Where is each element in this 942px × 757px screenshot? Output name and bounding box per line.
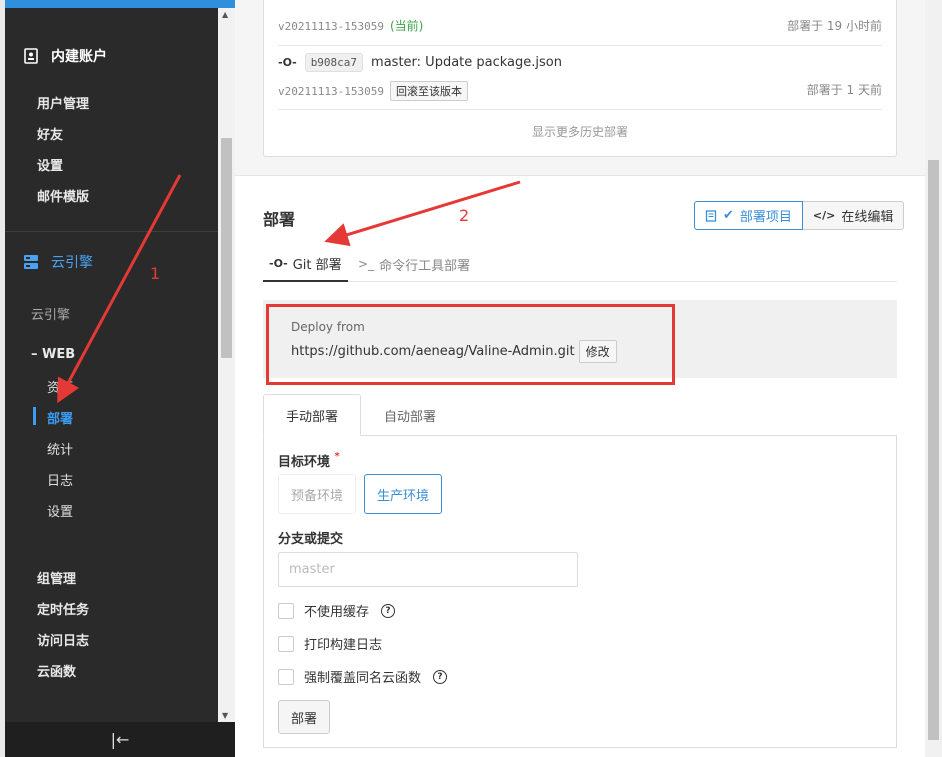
- option-no-cache[interactable]: 不使用缓存 ?: [278, 601, 396, 620]
- sidebar-section-engine[interactable]: 云引擎: [23, 252, 93, 272]
- deploy-method-tabs: -O- Git 部署 >_ 命令行工具部署: [263, 246, 897, 282]
- annotation-highlight-box: [266, 304, 675, 385]
- tab-label: Git 部署: [292, 257, 342, 273]
- sidebar-engine-label: 云引擎: [31, 308, 71, 323]
- annotation-number-2: 2: [459, 206, 470, 225]
- deploy-time: 部署于 19 小时前: [787, 19, 882, 33]
- show-more-history-link[interactable]: 显示更多历史部署: [264, 123, 896, 140]
- deploy-submit-button[interactable]: 部署: [278, 700, 330, 734]
- env-production-button[interactable]: 生产环境: [364, 474, 442, 514]
- current-badge: (当前): [389, 19, 424, 33]
- manual-deploy-form: 目标环境 * 预备环境 生产环境 分支或提交 不使用缓存 ? 打印构建日志 强制…: [263, 435, 897, 748]
- overwrite-checkbox[interactable]: [278, 668, 294, 685]
- sidebar-item-functions[interactable]: 云函数: [37, 661, 76, 680]
- tab-label: 命令行工具部署: [379, 258, 471, 274]
- history-current-row: v20211113-153059 (当前): [278, 17, 423, 34]
- version-label: v20211113-153059: [278, 20, 384, 33]
- code-icon: </>: [812, 209, 836, 222]
- sidebar-item-access-logs[interactable]: 访问日志: [37, 630, 89, 649]
- version-label: v20211113-153059: [278, 84, 384, 98]
- sidebar: 内建账户 用户管理 好友 设置 邮件模版 云引擎 云引擎 – WEB 资源 部署…: [0, 0, 235, 757]
- git-commit-icon: -O-: [278, 56, 297, 69]
- option-label: 强制覆盖同名云函数: [304, 671, 422, 686]
- option-label: 不使用缓存: [304, 605, 370, 620]
- tab-git-deploy[interactable]: -O- Git 部署: [263, 246, 348, 282]
- env-preview-button[interactable]: 预备环境: [278, 474, 356, 514]
- deploy-project-button[interactable]: ✔ 部署项目: [694, 201, 803, 230]
- tab-auto-deploy[interactable]: 自动部署: [363, 394, 457, 436]
- sidebar-item-web-settings[interactable]: 设置: [47, 501, 73, 520]
- history-divider: [278, 109, 882, 110]
- env-label: 目标环境 *: [278, 451, 340, 470]
- online-edit-button[interactable]: </> 在线编辑: [802, 201, 905, 230]
- branch-label: 分支或提交: [278, 532, 344, 547]
- sidebar-section-label: 内建账户: [51, 49, 107, 65]
- terminal-icon: >_: [358, 257, 375, 271]
- deploy-mode-tabs: 手动部署 自动部署: [263, 394, 897, 436]
- branch-input[interactable]: [278, 552, 578, 587]
- sidebar-top-accent: [5, 0, 235, 8]
- collapse-icon: |←: [110, 730, 130, 749]
- sidebar-section-label: 云引擎: [51, 255, 93, 271]
- deploy-history-card: v20211113-153059 (当前) 部署于 19 小时前 -O- b908…: [263, 0, 897, 157]
- sidebar-item-groups[interactable]: 组管理: [37, 568, 76, 587]
- sidebar-item-deploy[interactable]: 部署: [47, 408, 73, 427]
- sidebar-item-logs[interactable]: 日志: [47, 470, 73, 489]
- book-icon: [705, 209, 717, 222]
- sidebar-item-friends[interactable]: 好友: [37, 124, 63, 143]
- sidebar-section-account[interactable]: 内建账户: [23, 46, 107, 66]
- sidebar-item-resources[interactable]: 资源: [47, 377, 73, 396]
- tab-cli-deploy[interactable]: >_ 命令行工具部署: [358, 246, 470, 282]
- main-content: v20211113-153059 (当前) 部署于 19 小时前 -O- b908…: [235, 0, 925, 757]
- no-cache-checkbox[interactable]: [278, 602, 294, 619]
- option-print-log[interactable]: 打印构建日志: [278, 634, 382, 653]
- help-icon[interactable]: ?: [381, 603, 396, 618]
- sidebar-scroll-thumb[interactable]: [221, 138, 232, 358]
- scroll-up-icon[interactable]: ▲: [222, 10, 228, 19]
- sidebar-item-email-templates[interactable]: 邮件模版: [37, 186, 89, 205]
- deploy-project-label: 部署项目: [739, 210, 792, 225]
- env-label-text: 目标环境: [278, 455, 331, 470]
- sidebar-group-web[interactable]: – WEB: [31, 347, 75, 362]
- online-edit-label: 在线编辑: [841, 210, 894, 225]
- deploy-button-group: ✔ 部署项目 </> 在线编辑: [694, 201, 905, 230]
- deploy-title: 部署: [263, 210, 296, 229]
- option-label: 打印构建日志: [304, 638, 383, 653]
- sidebar-item-stats[interactable]: 统计: [47, 439, 73, 458]
- tab-manual-deploy[interactable]: 手动部署: [263, 394, 361, 436]
- commit-message: master: Update package.json: [371, 55, 562, 70]
- scroll-down-icon[interactable]: ▼: [222, 711, 228, 720]
- check-icon: ✔: [723, 208, 734, 223]
- history-previous-row: v20211113-153059 回滚至该版本: [278, 81, 468, 101]
- help-icon[interactable]: ?: [433, 669, 448, 684]
- sidebar-item-users[interactable]: 用户管理: [37, 93, 89, 112]
- page-scroll-thumb[interactable]: [928, 160, 939, 740]
- sidebar-item-settings[interactable]: 设置: [37, 155, 63, 174]
- required-mark: *: [334, 451, 340, 462]
- page-scrollbar[interactable]: [925, 0, 942, 757]
- annotation-number-1: 1: [150, 264, 161, 283]
- rollback-button[interactable]: 回滚至该版本: [389, 81, 468, 101]
- server-icon: [24, 255, 38, 269]
- collapse-sidebar-button[interactable]: |←: [5, 722, 235, 757]
- sidebar-scrollbar[interactable]: ▲ ▼: [218, 8, 235, 722]
- git-commit-icon: -O-: [269, 256, 288, 270]
- commit-hash: b908ca7: [304, 53, 364, 72]
- print-log-checkbox[interactable]: [278, 635, 294, 652]
- deploy-time: 部署于 1 天前: [806, 83, 882, 97]
- sidebar-divider: [5, 231, 218, 232]
- window-edge: [0, 0, 5, 757]
- sidebar-item-cron[interactable]: 定时任务: [37, 599, 89, 618]
- option-overwrite-functions[interactable]: 强制覆盖同名云函数 ?: [278, 667, 448, 686]
- commit-row: -O- b908ca7 master: Update package.json: [278, 53, 562, 72]
- history-divider: [278, 45, 882, 46]
- id-card-icon: [24, 48, 38, 64]
- deploy-panel: 部署 ✔ 部署项目 </> 在线编辑 -O- Git 部署 >_ 命令行工具部署: [235, 175, 925, 757]
- active-indicator: [33, 407, 36, 425]
